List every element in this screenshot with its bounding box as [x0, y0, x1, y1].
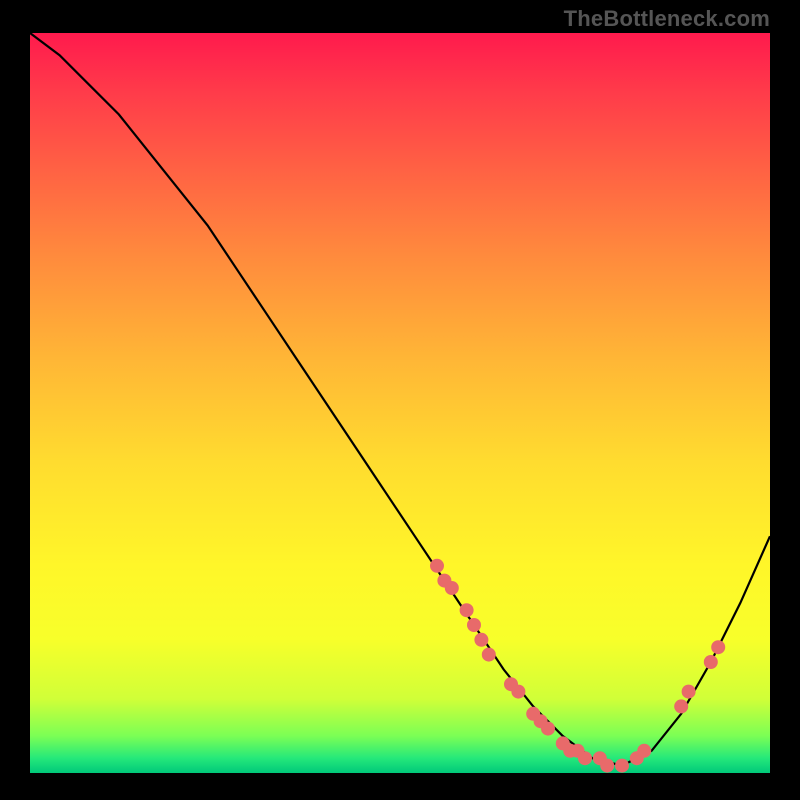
data-marker	[615, 759, 629, 773]
data-marker	[482, 648, 496, 662]
data-marker	[674, 699, 688, 713]
watermark-text: TheBottleneck.com	[564, 6, 770, 32]
data-marker	[430, 559, 444, 573]
data-marker	[578, 751, 592, 765]
data-marker	[511, 685, 525, 699]
marker-group	[430, 559, 725, 773]
data-marker	[541, 722, 555, 736]
data-marker	[445, 581, 459, 595]
data-marker	[711, 640, 725, 654]
data-marker	[474, 633, 488, 647]
bottleneck-curve-line	[30, 33, 770, 766]
bottleneck-chart	[30, 33, 770, 773]
data-marker	[467, 618, 481, 632]
chart-plot-area	[30, 33, 770, 773]
data-marker	[682, 685, 696, 699]
data-marker	[704, 655, 718, 669]
data-marker	[460, 603, 474, 617]
data-marker	[600, 759, 614, 773]
data-marker	[637, 744, 651, 758]
